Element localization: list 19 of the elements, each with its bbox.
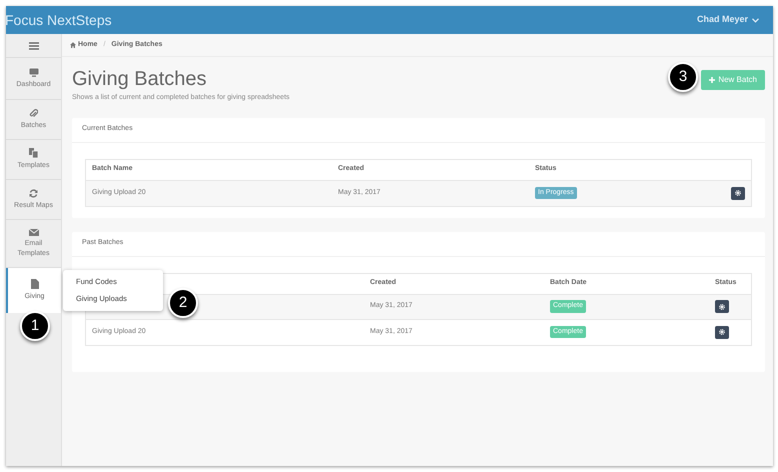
copy-icon [29, 148, 38, 158]
home-icon [70, 42, 76, 48]
page-title: Giving Batches [72, 67, 208, 91]
plus-icon [709, 77, 716, 83]
gear-icon [735, 190, 741, 196]
gear-button[interactable] [715, 300, 729, 313]
gear-icon [719, 304, 725, 310]
paperclip-icon [29, 108, 38, 118]
brand-title[interactable]: Focus NextSteps [5, 10, 112, 30]
gear-button[interactable] [715, 326, 729, 338]
gear-icon [719, 329, 725, 335]
callout-number: 3 [668, 62, 698, 92]
monitor-icon [28, 68, 38, 76]
chevron-down-icon [752, 18, 759, 22]
refresh-icon [29, 188, 38, 198]
gear-button[interactable] [731, 186, 745, 200]
user-menu[interactable]: Chad Meyer [696, 13, 759, 27]
envelope-icon [28, 228, 38, 236]
document-icon [30, 279, 38, 289]
